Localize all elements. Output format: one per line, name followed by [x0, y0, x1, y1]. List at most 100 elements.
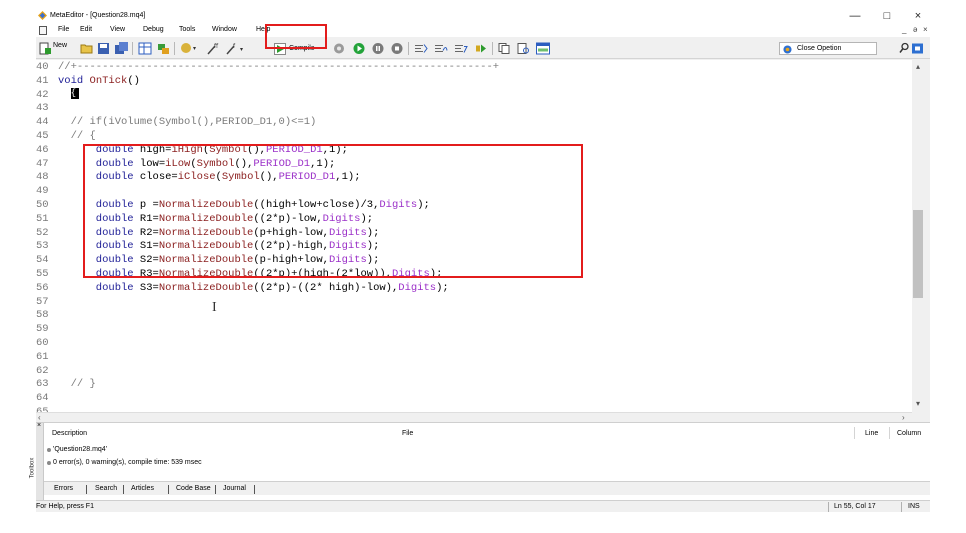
line-number: 61: [36, 350, 49, 363]
code-token: (): [127, 74, 140, 87]
copy-icon[interactable]: [498, 42, 511, 55]
new-file-icon[interactable]: [39, 42, 51, 55]
column-header-description[interactable]: Description: [52, 430, 87, 437]
document-icon[interactable]: [39, 26, 47, 35]
toolbox-close-icon[interactable]: ×: [37, 422, 41, 429]
pivot-code-highlight-box: [83, 144, 583, 278]
line-number: 41: [36, 74, 49, 87]
toolbox-tabs: Errors Search Articles Code Base Journal: [44, 481, 930, 495]
find-in-files-icon[interactable]: [517, 42, 530, 55]
step-into-icon[interactable]: [414, 42, 428, 55]
menu-file[interactable]: File: [58, 26, 69, 33]
stop-icon[interactable]: [391, 42, 403, 55]
minimize-button[interactable]: —: [844, 9, 866, 23]
toolbar-separator: [492, 42, 493, 55]
navigator-icon[interactable]: [138, 42, 152, 55]
terminal-icon[interactable]: [536, 42, 550, 55]
code-text: //+-------------------------------------…: [58, 60, 499, 74]
status-bar: For Help, press F1 Ln 55, Col 17 INS: [36, 500, 930, 512]
menu-edit[interactable]: Edit: [80, 26, 92, 33]
mdi-close-button[interactable]: ×: [923, 25, 928, 34]
code-token: // {: [58, 130, 96, 142]
line-number: 45: [36, 130, 49, 142]
search-box[interactable]: Close Opetion: [779, 42, 877, 55]
scroll-left-icon[interactable]: ‹: [38, 413, 41, 422]
status-help-text: For Help, press F1: [36, 503, 94, 510]
toolbox-toggle-icon[interactable]: [157, 42, 170, 55]
column-header-column[interactable]: Column: [897, 430, 921, 437]
column-header-file[interactable]: File: [402, 430, 413, 437]
vertical-scroll-thumb[interactable]: [913, 210, 923, 298]
list-item[interactable]: 'Question28.mq4': [53, 446, 107, 453]
status-cursor-position: Ln 55, Col 17: [834, 503, 876, 510]
window-title: MetaEditor - [Question28.mq4]: [50, 12, 146, 19]
start-debug-icon[interactable]: [353, 42, 365, 55]
tab-code-base[interactable]: Code Base: [176, 485, 211, 492]
search-icon[interactable]: [899, 42, 909, 55]
status-separator: [901, 502, 902, 512]
line-number: 63: [36, 378, 49, 391]
status-separator: [828, 502, 829, 512]
save-all-icon[interactable]: [115, 42, 128, 55]
mql5-community-icon[interactable]: [912, 42, 923, 55]
close-window-button[interactable]: ×: [907, 9, 929, 23]
tab-journal[interactable]: Journal: [223, 485, 246, 492]
line-number: 42: [36, 88, 49, 101]
tab-articles[interactable]: Articles: [131, 485, 154, 492]
column-divider[interactable]: [889, 427, 890, 439]
line-number: 54: [36, 254, 49, 267]
compile-highlight-box: [265, 24, 327, 49]
code-token: NormalizeDouble: [158, 281, 254, 294]
code-token: Digits: [398, 281, 437, 294]
line-number: 59: [36, 323, 49, 336]
pause-icon[interactable]: [372, 42, 384, 55]
list-item[interactable]: 0 error(s), 0 warning(s), compile time: …: [53, 459, 202, 466]
code-text: // if(iVolume(Symbol(),PERIOD_D1,0)<=1): [58, 115, 317, 129]
menu-view[interactable]: View: [110, 26, 125, 33]
code-text: // }: [58, 377, 96, 391]
mdi-restore-button[interactable]: ə: [913, 25, 917, 34]
step-over-icon[interactable]: [434, 42, 448, 55]
column-header-line[interactable]: Line: [865, 430, 878, 437]
line-number: 57: [36, 295, 49, 308]
code-text: void OnTick(): [58, 74, 140, 88]
code-token: double: [58, 281, 140, 294]
menu-window[interactable]: Window: [212, 26, 237, 33]
code-text: {: [58, 87, 79, 102]
code-token: void: [58, 74, 90, 87]
scroll-down-icon[interactable]: ▾: [916, 399, 920, 408]
line-number: 48: [36, 171, 49, 184]
menu-debug[interactable]: Debug: [143, 26, 164, 33]
title-bar: MetaEditor - [Question28.mq4] — □ ×: [36, 8, 930, 24]
save-icon[interactable]: [97, 42, 110, 55]
tab-errors[interactable]: Errors: [54, 485, 73, 492]
metaeditor-app-icon: [38, 11, 47, 20]
styler-icon[interactable]: [180, 42, 198, 55]
scroll-right-icon[interactable]: ›: [902, 413, 905, 422]
column-divider[interactable]: [854, 427, 855, 439]
tab-search[interactable]: Search: [95, 485, 117, 492]
go-to-icon[interactable]: [475, 42, 487, 55]
step-out-icon[interactable]: [454, 42, 468, 55]
horizontal-scrollbar[interactable]: ‹ ›: [36, 412, 912, 422]
insert-property-icon[interactable]: f: [225, 42, 245, 55]
insert-function-icon[interactable]: ff: [206, 42, 220, 55]
line-number: 55: [36, 268, 49, 280]
scroll-up-icon[interactable]: ▴: [916, 62, 920, 71]
search-input[interactable]: Close Opetion: [797, 45, 841, 52]
line-number: 52: [36, 226, 49, 239]
code-token: // if(iVolume(Symbol(),PERIOD_D1,0)<=1): [58, 116, 317, 129]
info-bullet-icon: [47, 448, 51, 452]
code-token: OnTick: [89, 74, 128, 87]
mdi-minimize-button[interactable]: _: [902, 25, 906, 34]
code-token: S3=: [139, 281, 159, 294]
maximize-button[interactable]: □: [876, 9, 898, 23]
menu-tools[interactable]: Tools: [179, 26, 195, 33]
text-cursor-icon: I: [212, 300, 217, 315]
line-number: 56: [36, 281, 49, 294]
debug-settings-icon[interactable]: [333, 42, 345, 55]
open-folder-icon[interactable]: [80, 42, 93, 55]
status-insert-mode: INS: [908, 503, 920, 510]
new-button[interactable]: New: [53, 42, 67, 49]
